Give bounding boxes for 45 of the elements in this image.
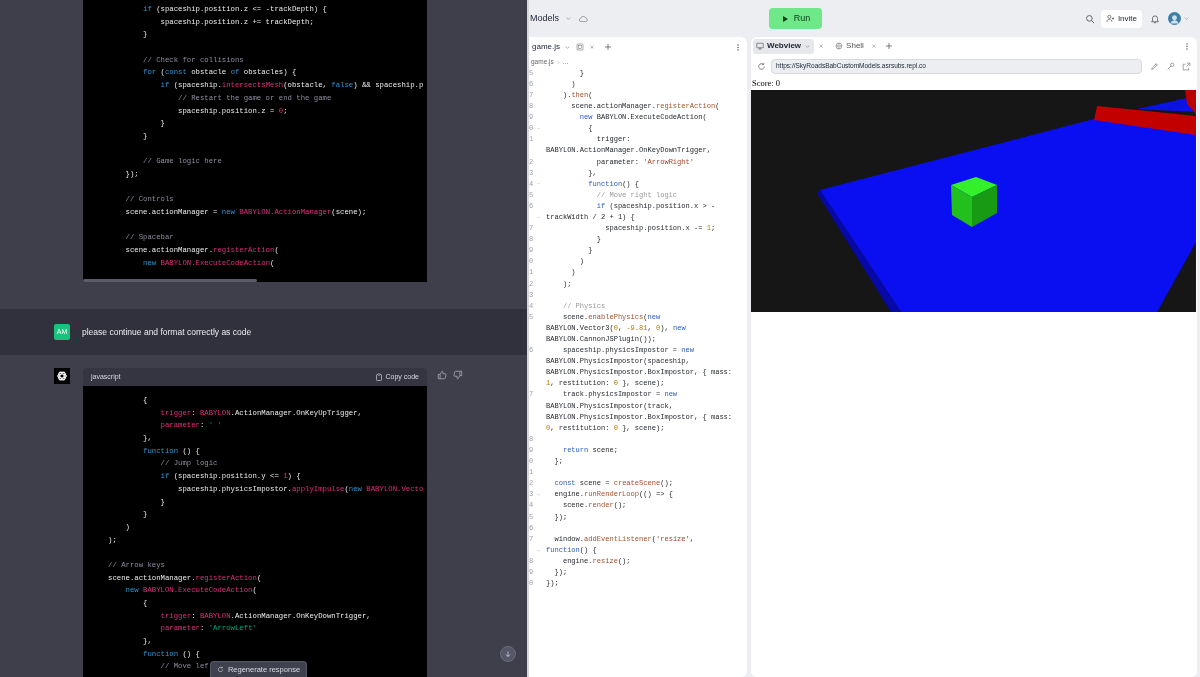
- panel-tab[interactable]: Shell: [832, 38, 867, 54]
- thumbs-down-icon[interactable]: [453, 370, 463, 380]
- close-icon[interactable]: [870, 43, 877, 49]
- chevron-down-icon[interactable]: [1183, 15, 1190, 22]
- bell-icon[interactable]: [1150, 13, 1160, 24]
- arrow-down-icon: [504, 650, 512, 658]
- key-icon[interactable]: [1166, 61, 1175, 71]
- external-link-icon[interactable]: [1182, 61, 1191, 71]
- invite-button[interactable]: Invite: [1100, 9, 1142, 28]
- thumbs-up-icon[interactable]: [437, 370, 447, 380]
- file-icon[interactable]: [576, 43, 584, 51]
- chevron-down-icon[interactable]: [564, 43, 571, 51]
- fold-chevron-icon[interactable]: [536, 492, 541, 498]
- fold-chevron-icon[interactable]: [536, 214, 541, 220]
- fold-chevron-icon[interactable]: [536, 181, 541, 187]
- scrollbar[interactable]: [83, 279, 257, 282]
- fold-chevron-icon[interactable]: [536, 126, 541, 131]
- search-icon[interactable]: [1084, 13, 1095, 24]
- run-button[interactable]: Run: [769, 8, 822, 29]
- panel-tab[interactable]: Webview: [753, 38, 815, 54]
- chevron-right-icon: [555, 59, 561, 65]
- monitor-icon: [756, 42, 764, 50]
- person-add-icon: [1105, 14, 1115, 23]
- more-icon[interactable]: [1183, 41, 1191, 51]
- plus-icon[interactable]: [884, 42, 893, 50]
- refresh-icon: [216, 666, 224, 673]
- fold-chevron-icon[interactable]: [536, 547, 541, 553]
- message-text: please continue and format correctly as code: [82, 325, 252, 339]
- project-name[interactable]: Models: [530, 11, 559, 26]
- file-tab[interactable]: game.js: [532, 41, 560, 53]
- globe-icon: [835, 42, 844, 50]
- clipboard-icon: [374, 373, 383, 381]
- chevron-down-icon[interactable]: [565, 15, 572, 22]
- score-text: Score: 0: [752, 77, 781, 90]
- play-icon: [780, 14, 789, 23]
- close-icon[interactable]: [589, 44, 595, 50]
- reload-icon[interactable]: [757, 61, 766, 71]
- avatar-icon[interactable]: [1168, 12, 1181, 25]
- more-icon[interactable]: [734, 42, 742, 52]
- chevron-down-icon[interactable]: [804, 42, 812, 50]
- assistant-avatar: [54, 368, 70, 384]
- pencil-icon[interactable]: [1150, 61, 1159, 71]
- plus-icon[interactable]: [604, 43, 612, 51]
- close-icon[interactable]: [818, 43, 825, 49]
- cloud-icon[interactable]: [578, 13, 588, 24]
